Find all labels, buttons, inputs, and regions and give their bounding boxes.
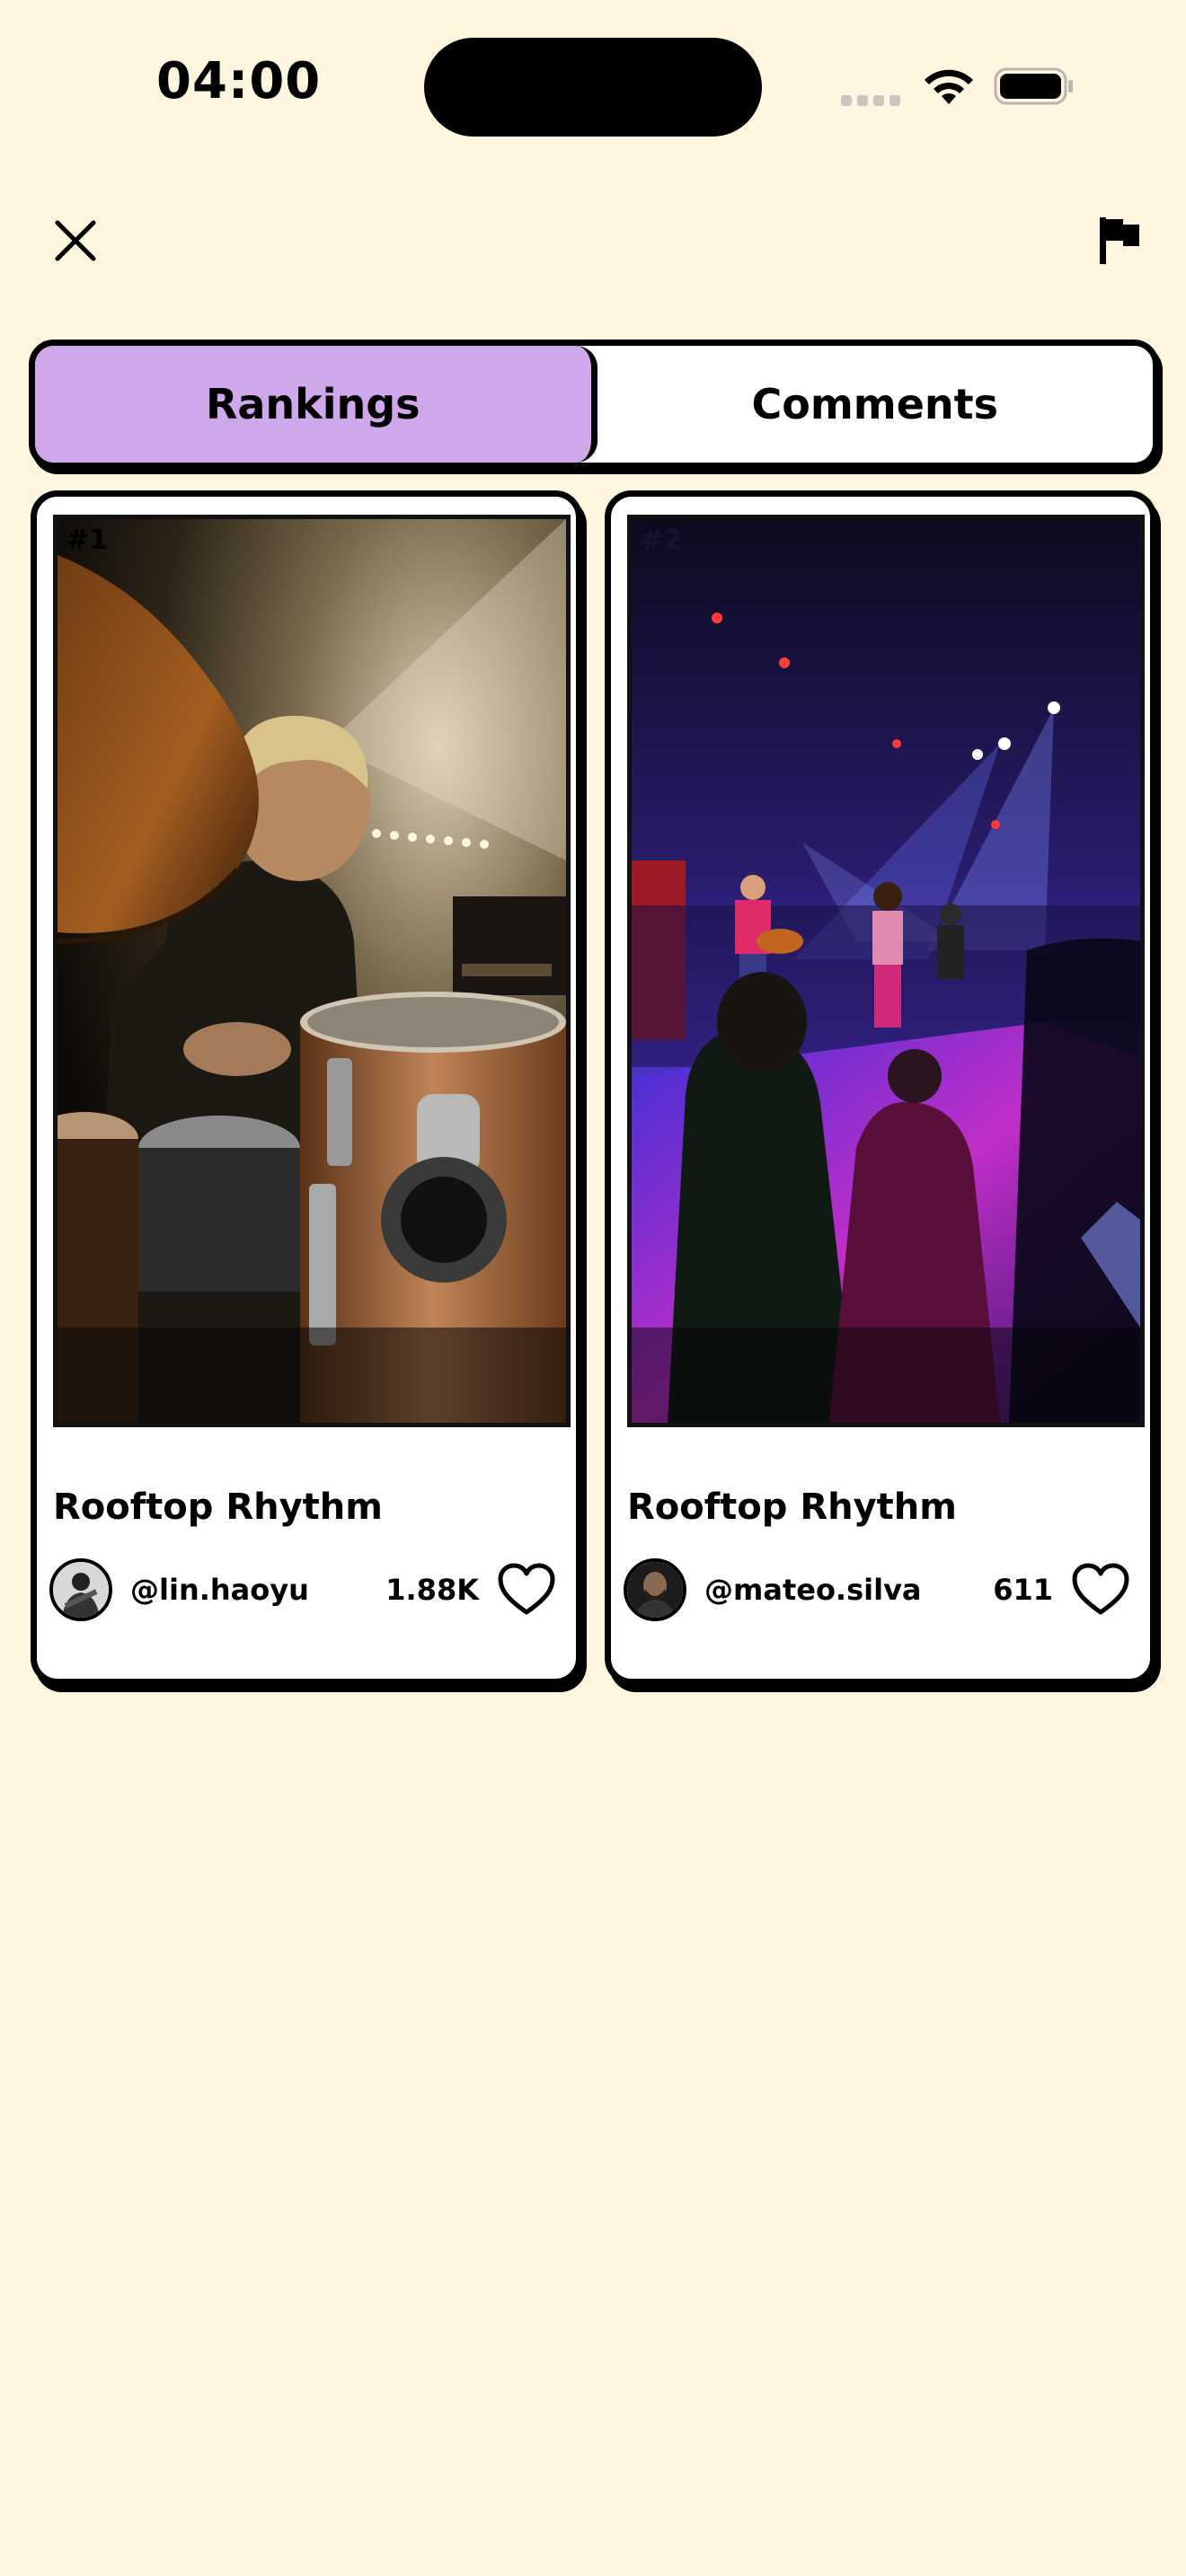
avatar[interactable] (624, 1558, 686, 1621)
tab-rankings[interactable]: Rankings (35, 346, 597, 463)
status-bar: 04:00 (0, 0, 1186, 171)
user-handle[interactable]: @mateo.silva (704, 1573, 922, 1607)
battery-icon (994, 67, 1073, 105)
avatar[interactable] (49, 1558, 112, 1621)
user-handle[interactable]: @lin.haoyu (130, 1573, 309, 1607)
report-button[interactable] (1091, 212, 1148, 269)
tab-bar: Rankings Comments (29, 340, 1159, 469)
status-icons (836, 63, 1078, 108)
tab-comments[interactable]: Comments (597, 346, 1154, 463)
close-button[interactable] (47, 212, 104, 269)
ranking-card[interactable]: #1 Rooftop Rhythm @lin.haoyu 1.88K (31, 490, 582, 1685)
ranking-card[interactable]: #2 Rooftop Rhythm @mateo.silva 611 (605, 490, 1156, 1685)
heart-icon[interactable] (497, 1562, 556, 1618)
status-time: 04:00 (156, 52, 322, 110)
flag-icon (1100, 217, 1139, 264)
entry-title[interactable]: Rooftop Rhythm (627, 1486, 957, 1528)
like-count: 1.88K (385, 1573, 479, 1607)
like-count: 611 (993, 1573, 1053, 1607)
entry-meta: @lin.haoyu 1.88K (49, 1558, 562, 1630)
entry-meta: @mateo.silva 611 (624, 1558, 1136, 1630)
rank-badge: #1 (66, 525, 109, 556)
wifi-icon (925, 69, 973, 104)
entry-title[interactable]: Rooftop Rhythm (53, 1486, 383, 1528)
rank-badge: #2 (641, 525, 683, 556)
cellular-signal-icon (841, 95, 900, 106)
close-icon (55, 220, 96, 261)
concert-stage-photo[interactable]: #2 (627, 515, 1145, 1427)
dynamic-island (424, 38, 762, 137)
drummer-photo[interactable]: #1 (53, 515, 571, 1427)
heart-icon[interactable] (1071, 1562, 1130, 1618)
